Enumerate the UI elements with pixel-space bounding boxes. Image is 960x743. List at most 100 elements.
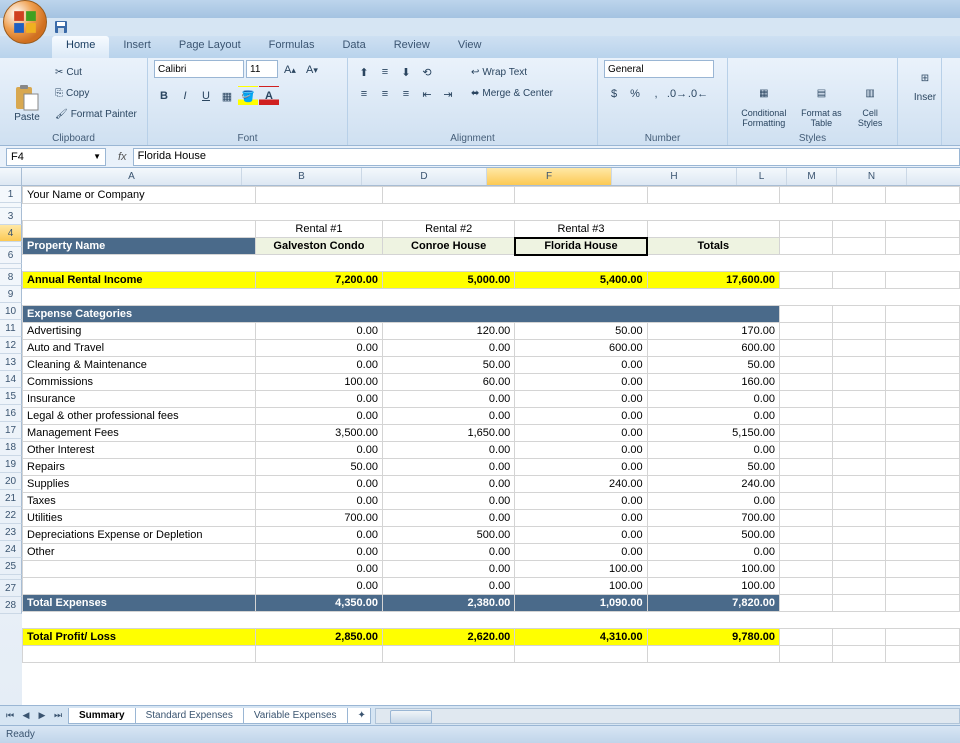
save-icon[interactable] — [52, 19, 70, 35]
wrap-icon: ↩ — [471, 67, 479, 78]
number-format-select[interactable] — [604, 60, 714, 78]
col-header-h[interactable]: H — [612, 168, 737, 185]
row-header-20[interactable]: 20 — [0, 473, 22, 490]
sheet-tab-variable[interactable]: Variable Expenses — [243, 708, 348, 724]
border-button[interactable]: ▦ — [217, 86, 237, 106]
tab-formulas[interactable]: Formulas — [255, 36, 329, 58]
row-header-21[interactable]: 21 — [0, 490, 22, 507]
comma-button[interactable]: , — [646, 84, 666, 104]
tab-data[interactable]: Data — [328, 36, 379, 58]
row-header-24[interactable]: 24 — [0, 541, 22, 558]
tab-home[interactable]: Home — [52, 36, 109, 58]
col-header-d[interactable]: D — [362, 168, 487, 185]
group-label-font: Font — [148, 133, 347, 144]
decrease-decimal-button[interactable]: .0← — [688, 84, 708, 104]
brush-icon: 🖌 — [55, 109, 68, 120]
currency-button[interactable]: $ — [604, 84, 624, 104]
row-header-18[interactable]: 18 — [0, 439, 22, 456]
bold-button[interactable]: B — [154, 86, 174, 106]
align-bottom-button[interactable]: ⬇ — [396, 62, 416, 82]
group-label-alignment: Alignment — [348, 133, 597, 144]
row-header-23[interactable]: 23 — [0, 524, 22, 541]
row-header-25[interactable]: 25 — [0, 558, 22, 575]
row-header-14[interactable]: 14 — [0, 371, 22, 388]
format-painter-button[interactable]: 🖌Format Painter — [52, 104, 140, 124]
fill-color-button[interactable]: 🪣 — [238, 86, 258, 106]
row-header-28[interactable]: 28 — [0, 597, 22, 614]
orientation-button[interactable]: ⟲ — [417, 62, 437, 82]
row-header-11[interactable]: 11 — [0, 320, 22, 337]
row-header-8[interactable]: 8 — [0, 269, 22, 286]
row-header-3[interactable]: 3 — [0, 208, 22, 225]
format-as-table-button[interactable]: ▤Format as Table — [798, 60, 846, 143]
row-header-15[interactable]: 15 — [0, 388, 22, 405]
first-sheet-button[interactable]: ⏮ — [2, 708, 18, 724]
row-header-12[interactable]: 12 — [0, 337, 22, 354]
fx-icon[interactable]: fx — [118, 151, 127, 163]
conditional-icon: ▦ — [750, 80, 778, 108]
percent-button[interactable]: % — [625, 84, 645, 104]
copy-button[interactable]: ⎘Copy — [52, 83, 140, 103]
italic-button[interactable]: I — [175, 86, 195, 106]
decrease-indent-button[interactable]: ⇤ — [417, 84, 437, 104]
align-right-button[interactable]: ≡ — [396, 84, 416, 104]
conditional-formatting-button[interactable]: ▦Conditional Formatting — [734, 60, 794, 143]
align-center-button[interactable]: ≡ — [375, 84, 395, 104]
formula-input[interactable]: Florida House — [133, 148, 960, 166]
increase-decimal-button[interactable]: .0→ — [667, 84, 687, 104]
horizontal-scrollbar[interactable] — [375, 708, 960, 724]
merge-icon: ⬌ — [471, 88, 479, 99]
col-header-a[interactable]: A — [22, 168, 242, 185]
last-sheet-button[interactable]: ⏭ — [50, 708, 66, 724]
name-box[interactable]: F4▼ — [6, 148, 106, 166]
tab-insert[interactable]: Insert — [109, 36, 165, 58]
cell-styles-button[interactable]: ▥Cell Styles — [849, 60, 891, 143]
tab-page-layout[interactable]: Page Layout — [165, 36, 255, 58]
sheet-tab-summary[interactable]: Summary — [68, 708, 136, 724]
font-name-select[interactable] — [154, 60, 244, 78]
insert-cells-button[interactable]: ⊞Inser — [904, 60, 946, 103]
tab-review[interactable]: Review — [380, 36, 444, 58]
col-header-n[interactable]: N — [837, 168, 907, 185]
row-header-22[interactable]: 22 — [0, 507, 22, 524]
row-header-16[interactable]: 16 — [0, 405, 22, 422]
insert-icon: ⊞ — [911, 64, 939, 92]
increase-indent-button[interactable]: ⇥ — [438, 84, 458, 104]
tab-view[interactable]: View — [444, 36, 496, 58]
new-sheet-button[interactable]: ✦ — [347, 708, 371, 724]
row-header-4[interactable]: 4 — [0, 225, 22, 242]
row-header-1[interactable]: 1 — [0, 186, 22, 203]
align-left-button[interactable]: ≡ — [354, 84, 374, 104]
merge-center-button[interactable]: ⬌Merge & Center — [468, 83, 556, 103]
row-header-6[interactable]: 6 — [0, 247, 22, 264]
select-all-corner[interactable] — [0, 168, 22, 185]
paste-button[interactable]: Paste — [6, 60, 48, 143]
font-color-button[interactable]: A — [259, 86, 279, 106]
sheet-tabs-bar: ⏮ ◀ ▶ ⏭ Summary Standard Expenses Variab… — [0, 705, 960, 725]
group-label-styles: Styles — [728, 133, 897, 144]
underline-button[interactable]: U — [196, 86, 216, 106]
cells-area[interactable]: Your Name or CompanyRental #1Rental #2Re… — [22, 186, 960, 705]
row-header-9[interactable]: 9 — [0, 286, 22, 303]
prev-sheet-button[interactable]: ◀ — [18, 708, 34, 724]
font-size-select[interactable] — [246, 60, 278, 78]
next-sheet-button[interactable]: ▶ — [34, 708, 50, 724]
wrap-text-button[interactable]: ↩Wrap Text — [468, 62, 556, 82]
col-header-f[interactable]: F — [487, 168, 612, 185]
sheet-tab-standard[interactable]: Standard Expenses — [135, 708, 244, 724]
col-header-b[interactable]: B — [242, 168, 362, 185]
office-button[interactable] — [3, 0, 47, 44]
row-header-19[interactable]: 19 — [0, 456, 22, 473]
align-top-button[interactable]: ⬆ — [354, 62, 374, 82]
scissors-icon: ✂ — [55, 67, 63, 78]
align-middle-button[interactable]: ≡ — [375, 62, 395, 82]
col-header-m[interactable]: M — [787, 168, 837, 185]
row-header-27[interactable]: 27 — [0, 580, 22, 597]
grow-font-button[interactable]: A▴ — [280, 60, 300, 80]
row-header-13[interactable]: 13 — [0, 354, 22, 371]
row-header-17[interactable]: 17 — [0, 422, 22, 439]
row-header-10[interactable]: 10 — [0, 303, 22, 320]
cut-button[interactable]: ✂Cut — [52, 62, 140, 82]
shrink-font-button[interactable]: A▾ — [302, 60, 322, 80]
col-header-l[interactable]: L — [737, 168, 787, 185]
